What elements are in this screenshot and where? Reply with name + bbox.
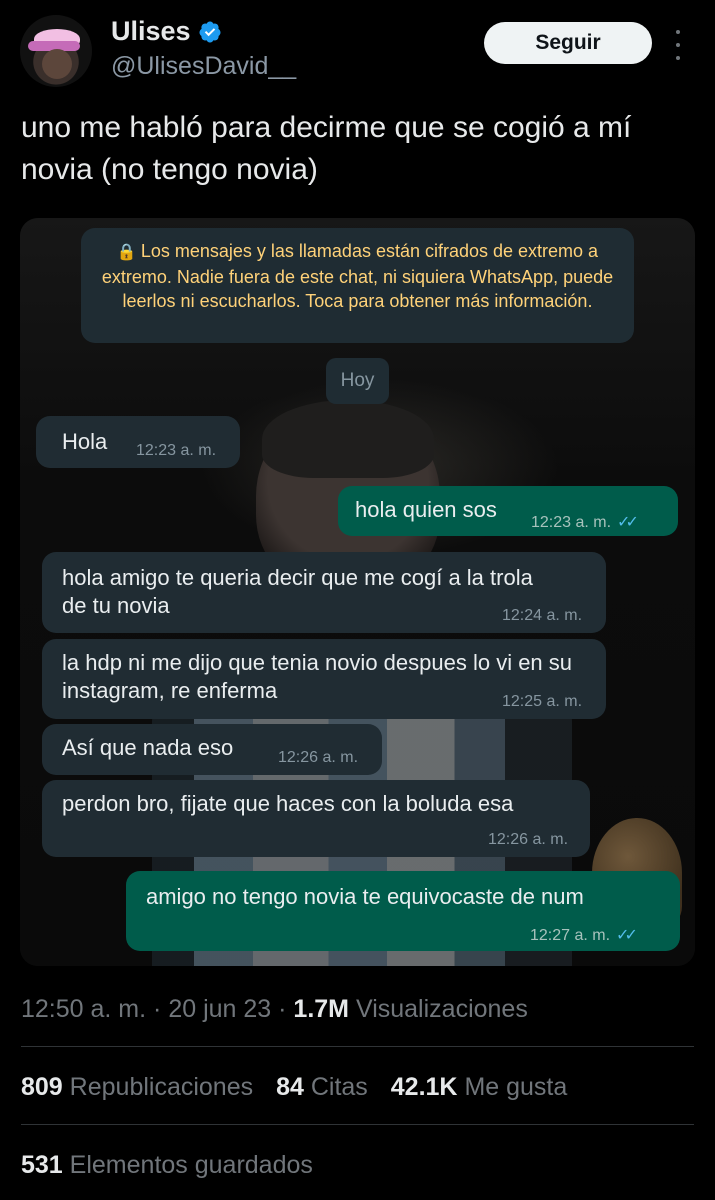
message-time: 12:26 a. m. — [278, 749, 359, 766]
separator-dot: · — [153, 995, 162, 1023]
divider — [21, 1124, 694, 1125]
likes-label[interactable]: Me gusta — [464, 1073, 567, 1101]
wallpaper-person-hair — [262, 400, 434, 478]
tweet-time[interactable]: 12:50 a. m. — [21, 995, 146, 1023]
display-name[interactable]: Ulises — [111, 16, 191, 47]
bookmarks-count[interactable]: 531 — [21, 1151, 63, 1179]
more-options-icon[interactable] — [668, 30, 688, 60]
tweet-date[interactable]: 20 jun 23 — [168, 995, 271, 1023]
quotes-label[interactable]: Citas — [311, 1073, 368, 1101]
dot-shape — [676, 30, 680, 34]
message-time: 12:23 a. m. — [136, 442, 217, 459]
message-time-text: 12:27 a. m. — [530, 927, 611, 944]
reposts-count[interactable]: 809 — [21, 1073, 63, 1101]
encryption-notice: 🔒 Los mensajes y las llamadas están cifra… — [81, 228, 634, 343]
reposts-label[interactable]: Republicaciones — [70, 1073, 253, 1101]
avatar[interactable] — [20, 15, 92, 87]
date-chip: Hoy — [326, 358, 389, 404]
read-receipt-icon: ✓✓ — [617, 514, 639, 531]
lock-icon: 🔒 — [116, 244, 137, 261]
message-bubble-outgoing: amigo no tengo novia te equivocaste de n… — [126, 871, 680, 951]
message-text: hola amigo te queria decir que me cogí a… — [62, 565, 539, 618]
follow-button[interactable]: Seguir — [484, 22, 652, 64]
chat-screenshot[interactable]: 🔒 Los mensajes y las llamadas están cifra… — [20, 218, 695, 966]
message-bubble-outgoing: hola quien sos 12:23 a. m. ✓✓ — [338, 486, 678, 536]
likes-count[interactable]: 42.1K — [391, 1073, 458, 1101]
tweet-text: uno me habló para decirme que se cogió a… — [21, 111, 632, 186]
tweet-header: Ulises @UlisesDavid__ Seguir — [0, 0, 715, 100]
message-time: 12:25 a. m. — [502, 693, 583, 710]
message-text: perdon bro, fijate que haces con la bolu… — [62, 791, 514, 816]
bookmarks-label[interactable]: Elementos guardados — [70, 1151, 313, 1179]
message-bubble-incoming: la hdp ni me dijo que tenia novio despue… — [42, 639, 606, 719]
message-bubble-incoming: Así que nada eso 12:26 a. m. — [42, 724, 382, 775]
message-bubble-incoming: hola amigo te queria decir que me cogí a… — [42, 552, 606, 633]
dot-shape — [676, 56, 680, 60]
message-text: Hola — [62, 429, 108, 454]
tweet-meta: 12:50 a. m. · 20 jun 23 · 1.7M Visualiza… — [21, 995, 528, 1024]
message-text: Así que nada eso — [62, 735, 234, 760]
quotes-count[interactable]: 84 — [276, 1073, 304, 1101]
message-time: 12:26 a. m. — [488, 831, 569, 848]
verified-badge-icon — [199, 21, 221, 43]
bookmarks-stat: 531 Elementos guardados — [21, 1151, 313, 1180]
message-text: hola quien sos — [355, 497, 497, 522]
dot-shape — [676, 43, 680, 47]
tweet-stats: 809 Republicaciones 84 Citas 42.1K Me gu… — [21, 1073, 567, 1102]
separator-dot: · — [278, 995, 287, 1023]
message-bubble-incoming: Hola 12:23 a. m. — [36, 416, 240, 468]
message-bubble-incoming: perdon bro, fijate que haces con la bolu… — [42, 780, 590, 857]
message-time: 12:24 a. m. — [502, 607, 583, 624]
user-handle[interactable]: @UlisesDavid__ — [111, 52, 296, 81]
divider — [21, 1046, 694, 1047]
views-label: Visualizaciones — [355, 995, 528, 1023]
encryption-text: Los mensajes y las llamadas están cifrad… — [101, 241, 614, 311]
message-time: 12:27 a. m. ✓✓ — [530, 925, 638, 945]
message-time: 12:23 a. m. ✓✓ — [531, 512, 639, 532]
message-time-text: 12:23 a. m. — [531, 514, 612, 531]
message-text: amigo no tengo novia te equivocaste de n… — [146, 884, 584, 909]
face-shape — [42, 49, 72, 79]
read-receipt-icon: ✓✓ — [616, 927, 638, 944]
views-count: 1.7M — [293, 995, 350, 1023]
